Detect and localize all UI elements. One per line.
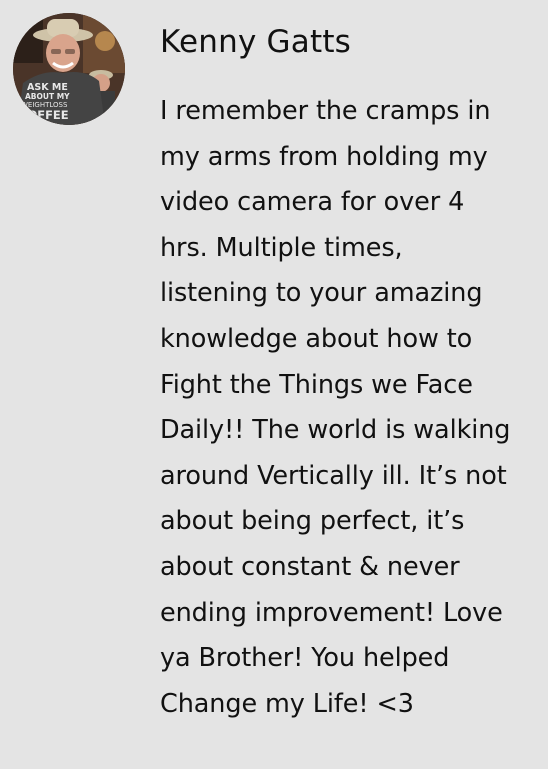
comment-text-line: hrs. Multiple times, [160, 232, 403, 263]
comment-text-line: about being perfect, it’s [160, 506, 465, 537]
comment-text-line: knowledge about how to [160, 323, 473, 354]
comment-text-line: I remember the cramps in [160, 96, 491, 126]
comment-text-line: my arms from holding my [160, 141, 488, 172]
comment-text-line: around Vertically ill. It’s not [160, 460, 507, 491]
comment-text-line: video camera for over 4 [160, 187, 465, 218]
comment-card: ASK ME ABOUT MY WEIGHTLOSS COFFEE Kenny … [0, 0, 548, 769]
user-avatar[interactable]: ASK ME ABOUT MY WEIGHTLOSS COFFEE [13, 13, 125, 125]
comment-text-line: Change my Life! <3 [160, 688, 414, 719]
comment-text-line: Fight the Things we Face [160, 369, 473, 400]
avatar-shirt-line-2: ABOUT MY [25, 92, 70, 101]
comment-text-line: Daily!! The world is walking [160, 415, 511, 446]
comment-text-line: ending improvement! Love [160, 597, 503, 628]
avatar-photo-icon: ASK ME ABOUT MY WEIGHTLOSS COFFEE [13, 13, 125, 125]
comment-text: I remember the cramps in my arms from ho… [160, 89, 544, 727]
comment-text-line: listening to your amazing [160, 278, 483, 309]
comment-text-line: about constant & never [160, 551, 460, 582]
avatar-shirt-line-4: COFFEE [19, 108, 69, 122]
author-name[interactable]: Kenny Gatts [160, 22, 351, 62]
comment-text-line: ya Brother! You helped [160, 643, 450, 674]
